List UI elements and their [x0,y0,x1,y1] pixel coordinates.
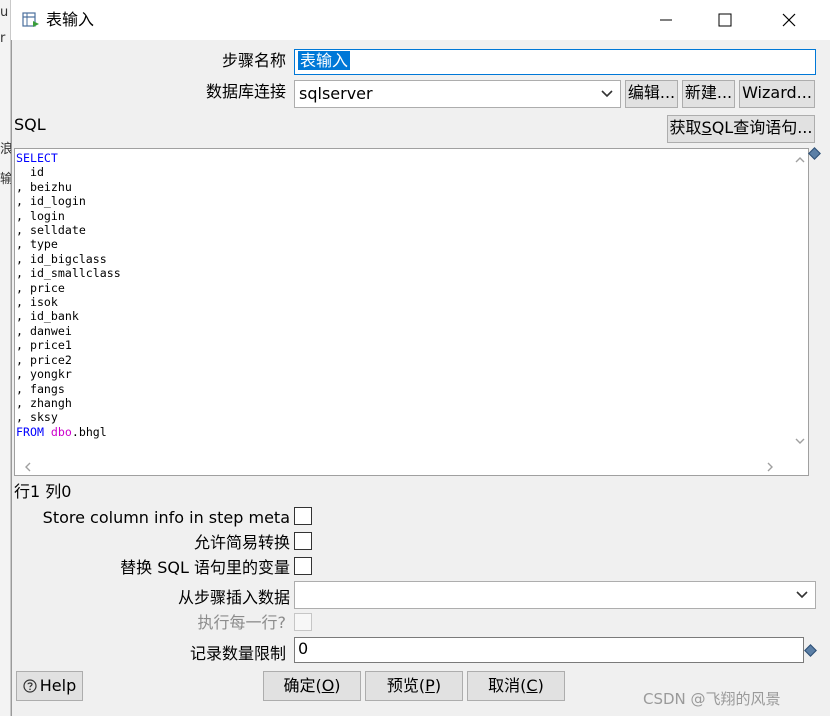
scroll-down-arrow[interactable] [791,432,808,449]
edit-connection-button[interactable]: 编辑... [625,80,678,108]
get-sql-button-text-suffix: QL查询语句... [711,118,813,137]
cancel-button-mnemonic: C [526,676,538,695]
sql-line: , id_smallclass [16,266,121,281]
record-limit-input[interactable]: 0 [294,637,804,663]
sql-line: , price [16,280,65,295]
help-icon [23,679,37,693]
sql-code[interactable]: SELECT id , beizhu , id_login , login , … [16,151,121,439]
sql-line: , zhangh [16,395,72,410]
execute-each-row-label: 执行每一行? [197,613,287,632]
chevron-down-icon [795,438,804,444]
get-sql-button-mnemonic: S [701,118,712,137]
sql-line: , id_bank [16,309,79,324]
sql-line: , sksy [16,410,58,425]
chevron-down-icon [601,90,613,98]
ok-button[interactable]: 确定(O) [263,671,361,701]
preview-button-mnemonic: P [425,676,435,695]
preview-button-label: 预览( [386,676,426,695]
sql-keyword: SELECT [16,151,58,165]
sql-schema: dbo [50,424,72,439]
wizard-button[interactable]: Wizard... [739,80,815,108]
sql-editor[interactable]: SELECT id , beizhu , id_login , login , … [14,148,809,476]
table-input-icon [22,11,40,29]
chevron-left-icon [24,462,30,471]
sql-line: , danwei [16,323,72,338]
cancel-button[interactable]: 取消(C) [467,671,565,701]
vertical-scrollbar[interactable] [791,149,808,458]
lazy-conversion-label: 允许简易转换 [193,533,290,552]
record-limit-label: 记录数量限制 [189,644,286,663]
insert-from-step-label: 从步骤插入数据 [177,588,290,607]
get-sql-button-text: 获取 [669,118,702,137]
ok-button-label: 确定( [283,676,322,695]
sql-line: , beizhu [16,179,72,194]
window-title: 表输入 [46,10,95,29]
sql-keyword: FROM [16,424,44,439]
close-button[interactable] [759,0,819,40]
horizontal-scrollbar[interactable] [15,458,793,475]
preview-button-label-close: ) [434,676,442,695]
sql-line: , id_bigclass [16,251,107,266]
replace-variables-checkbox[interactable] [294,557,312,575]
store-column-info-checkbox[interactable] [294,507,312,525]
minimize-button[interactable] [636,0,696,40]
sql-label: SQL [14,115,46,134]
chevron-up-icon [795,156,804,162]
sql-line: , fangs [16,381,65,396]
maximize-button[interactable] [695,0,755,40]
sql-line: , id_login [16,194,86,209]
sql-line: , login [16,208,65,223]
insert-from-step-select[interactable] [294,581,816,609]
sql-line: , type [16,237,58,252]
background-window-text: r [0,31,6,46]
step-name-label: 步骤名称 [221,51,286,70]
record-limit-value: 0 [298,639,309,658]
sql-line: , price2 [16,352,72,367]
maximize-icon [718,13,732,27]
chevron-right-icon [767,462,773,471]
background-window-text: u [0,5,9,20]
sql-line: , selldate [16,223,86,238]
step-name-value: 表输入 [298,51,351,70]
background-window: u r 浪 输 [0,0,13,716]
preview-button[interactable]: 预览(P) [365,671,463,701]
db-connection-value: sqlserver [299,84,373,103]
cancel-button-label: 取消( [488,676,527,695]
sql-line: id [16,165,44,180]
scroll-left-arrow[interactable] [19,458,36,475]
cursor-position: 行1 列0 [14,482,72,501]
step-name-input[interactable]: 表输入 [294,49,816,75]
sql-line: , price1 [16,338,72,353]
db-connection-label: 数据库连接 [205,82,286,101]
help-button[interactable]: Help [16,671,83,701]
db-connection-select[interactable]: sqlserver [294,80,621,108]
minimize-icon [660,19,672,21]
ok-button-mnemonic: O [321,676,335,695]
cancel-button-label-close: ) [537,676,544,695]
new-connection-button[interactable]: 新建... [682,80,735,108]
execute-each-row-checkbox[interactable] [294,613,312,631]
ok-button-label-close: ) [334,676,341,695]
chevron-down-icon [796,591,808,599]
help-button-label: Help [39,676,77,695]
store-column-info-label: Store column info in step meta [42,508,290,527]
sql-line: , yongkr [16,367,72,382]
close-icon [782,13,796,27]
replace-variables-label: 替换 SQL 语句里的变量 [120,558,290,577]
sql-table: .bhgl [71,424,107,439]
watermark: CSDN @飞翔的风景 [643,690,781,708]
get-sql-button[interactable]: 获取SQL查询语句... [667,115,815,143]
lazy-conversion-checkbox[interactable] [294,532,312,550]
sql-line: , isok [16,295,58,310]
scroll-right-arrow[interactable] [761,458,778,475]
scroll-up-arrow[interactable] [791,151,808,168]
